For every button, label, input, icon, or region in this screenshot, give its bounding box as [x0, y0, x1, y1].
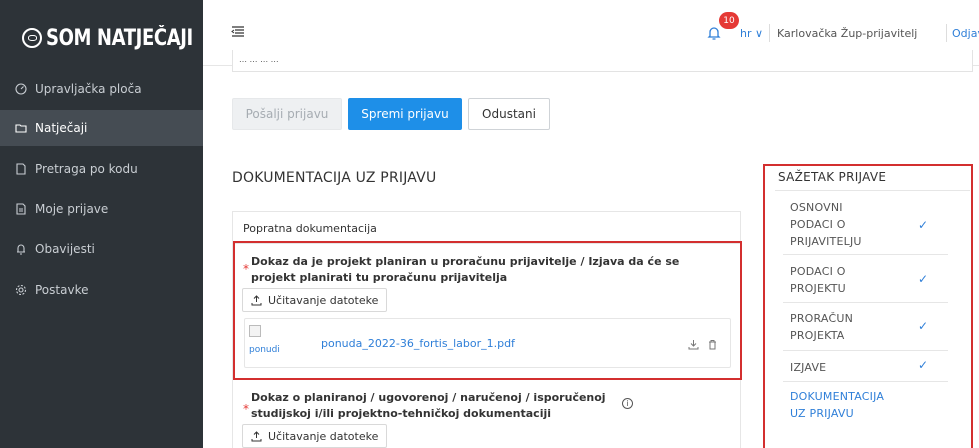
- summary-item-label: PODACI O: [790, 265, 846, 278]
- divider: [769, 24, 770, 42]
- sidebar-item-postavke[interactable]: Postavke: [0, 272, 203, 308]
- document-icon: [15, 163, 27, 175]
- truncated-field-value: … … … …: [239, 55, 279, 63]
- divider: [783, 350, 948, 351]
- divider: [783, 381, 948, 382]
- dashboard-icon: [15, 83, 27, 95]
- uploaded-file-card: ponudi ponuda_2022-36_fortis_labor_1.pdf: [244, 318, 731, 368]
- summary-item-basic-info[interactable]: OSNOVNI PODACI O PRIJAVITELJU: [790, 199, 862, 250]
- summary-item-label: DOKUMENTACIJA: [790, 390, 885, 403]
- notifications-bell-icon[interactable]: [707, 25, 721, 41]
- delete-icon[interactable]: [707, 339, 718, 350]
- document-label-line: Dokaz da je projekt planiran u proračunu…: [251, 255, 680, 268]
- check-icon: ✓: [918, 358, 929, 372]
- info-icon[interactable]: i: [622, 398, 633, 409]
- broken-image-icon: [249, 325, 261, 337]
- upload-file-button[interactable]: Učitavanje datoteke: [242, 424, 388, 448]
- sidebar-item-label: Pretraga po kodu: [35, 162, 138, 176]
- truncated-field[interactable]: … … … …: [232, 50, 973, 72]
- sidebar: SOM NATJEČAJI Upravljačka ploča Natječaj…: [0, 0, 203, 448]
- sidebar-item-label: Upravljačka ploča: [35, 82, 142, 96]
- document-label: Dokaz da je projekt planiran u proračunu…: [251, 254, 679, 286]
- sidebar-item-obavijesti[interactable]: Obavijesti: [0, 231, 203, 267]
- file-thumbnail: ponudi: [249, 325, 293, 365]
- save-application-button[interactable]: Spremi prijavu: [348, 98, 462, 130]
- summary-item-label: PROJEKTU: [790, 282, 846, 295]
- upload-label: Učitavanje datoteke: [268, 293, 379, 307]
- sidebar-item-label: Postavke: [35, 283, 89, 297]
- logo-icon: [22, 28, 42, 48]
- logo-text: SOM NATJEČAJI: [46, 25, 193, 51]
- sidebar-item-dashboard[interactable]: Upravljačka ploča: [0, 71, 203, 107]
- send-application-button[interactable]: Pošalji prijavu: [232, 98, 342, 130]
- required-mark: *: [243, 402, 249, 416]
- summary-item-label: PODACI O: [790, 218, 846, 231]
- logout-link[interactable]: Odjava: [952, 27, 979, 40]
- check-icon: ✓: [918, 319, 929, 333]
- required-mark: *: [243, 262, 249, 276]
- summary-item-label: UZ PRIJAVU: [790, 407, 854, 420]
- section-title: DOKUMENTACIJA UZ PRIJAVU: [232, 170, 437, 186]
- sidebar-item-label: Moje prijave: [35, 202, 109, 216]
- document-label-line: projekt planirati tu proračunu prijavite…: [251, 271, 508, 284]
- folder-icon: [15, 122, 27, 134]
- file-actions: [688, 339, 718, 350]
- summary-item-documentation[interactable]: DOKUMENTACIJA UZ PRIJAVU: [790, 388, 884, 422]
- summary-item-budget[interactable]: PRORAČUN PROJEKTA: [790, 310, 853, 344]
- summary-item-label: OSNOVNI: [790, 201, 843, 214]
- bell-icon: [15, 243, 27, 255]
- panel-header: Popratna dokumentacija: [233, 212, 740, 244]
- summary-item-label: PRIJAVITELJU: [790, 235, 862, 248]
- notifications-badge[interactable]: 10: [719, 12, 739, 29]
- summary-item-label: PROJEKTA: [790, 329, 845, 342]
- summary-item-label: IZJAVE: [790, 361, 827, 374]
- upload-file-button[interactable]: Učitavanje datoteke: [242, 288, 388, 312]
- divider: [783, 302, 948, 303]
- sidebar-item-label: Natječaji: [35, 121, 88, 135]
- file-name-link[interactable]: ponuda_2022-36_fortis_labor_1.pdf: [321, 337, 515, 350]
- divider: [775, 190, 970, 191]
- summary-item-project-data[interactable]: PODACI O PROJEKTU: [790, 263, 846, 297]
- document-icon: [15, 203, 27, 215]
- check-icon: ✓: [918, 272, 929, 286]
- app-logo[interactable]: SOM NATJEČAJI: [22, 20, 225, 56]
- summary-item-label: PRORAČUN: [790, 312, 854, 325]
- download-icon[interactable]: [688, 339, 699, 350]
- gear-icon: [15, 284, 27, 296]
- document-label: Dokaz o planiranoj / ugovorenoj / naruče…: [251, 390, 606, 422]
- sidebar-item-moje-prijave[interactable]: Moje prijave: [0, 191, 203, 227]
- divider: [946, 24, 947, 42]
- summary-title: SAŽETAK PRIJAVE: [778, 170, 887, 184]
- document-label-line: Dokaz o planiranoj / ugovorenoj / naruče…: [251, 391, 606, 404]
- user-name[interactable]: Karlovačka Žup-prijavitelj: [777, 27, 917, 40]
- divider: [783, 254, 948, 255]
- cancel-button[interactable]: Odustani: [468, 98, 550, 130]
- thumbnail-alt-text: ponudi: [249, 345, 280, 355]
- language-select[interactable]: hr ∨: [740, 27, 763, 40]
- sidebar-item-pretraga[interactable]: Pretraga po kodu: [0, 151, 203, 187]
- sidebar-item-natjecaji[interactable]: Natječaji: [0, 110, 203, 146]
- upload-icon: [251, 294, 262, 305]
- upload-label: Učitavanje datoteke: [268, 429, 379, 443]
- summary-item-statements[interactable]: IZJAVE: [790, 359, 826, 376]
- document-label-line: studijskoj i/ili projektno-tehničkoj dok…: [251, 407, 552, 420]
- menu-collapse-icon[interactable]: [231, 26, 245, 38]
- sidebar-item-label: Obavijesti: [35, 242, 95, 256]
- upload-icon: [251, 430, 262, 441]
- check-icon: ✓: [918, 218, 929, 232]
